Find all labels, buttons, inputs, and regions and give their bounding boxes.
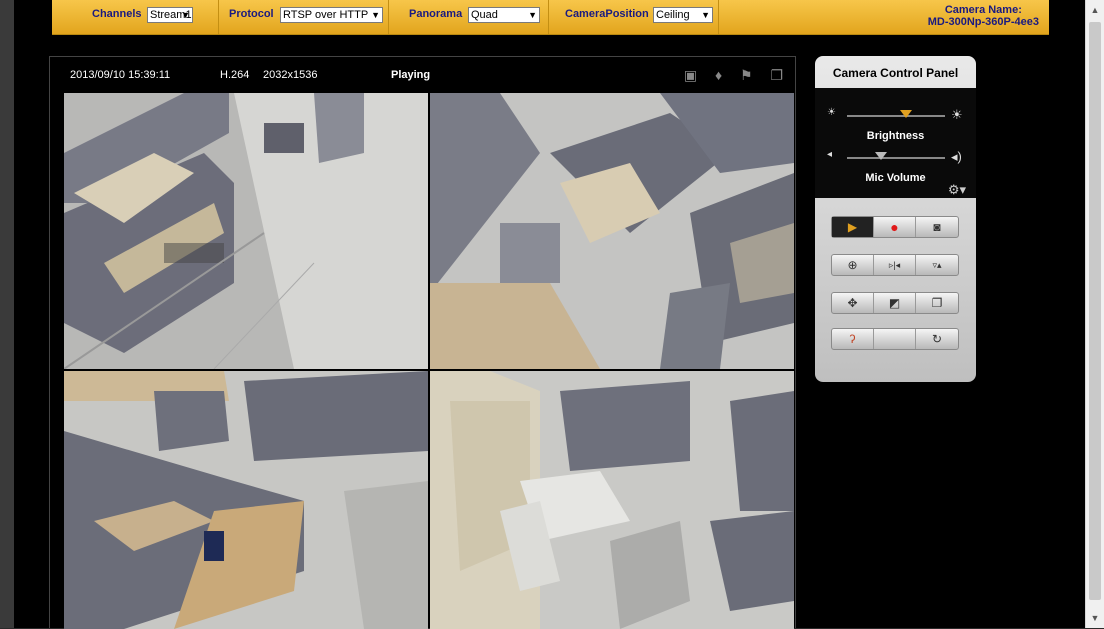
chevron-down-icon: ▼ (371, 10, 380, 20)
brightness-track[interactable] (847, 115, 945, 117)
rotate-button[interactable]: ↻ (916, 329, 958, 349)
snapshot-button[interactable]: ◙ (916, 217, 958, 237)
listen-icon: ʔ (849, 332, 856, 346)
brightness-label: Brightness (866, 130, 925, 142)
camera-position-label: CameraPosition (565, 8, 649, 20)
brightness-slider[interactable]: ☀ ☀ (827, 107, 965, 122)
left-gutter (0, 0, 14, 628)
chevron-down-icon: ▼ (701, 10, 710, 20)
gear-icon[interactable]: ⚙▾ (948, 182, 966, 198)
channels-select[interactable]: Stream1 ▼ (147, 7, 193, 23)
control-panel-title: Camera Control Panel (832, 66, 959, 80)
rotate-icon: ↻ (931, 332, 943, 346)
view-buttons: ⊕ ▹|◂ ▿▴ (831, 254, 959, 276)
panorama-label: Panorama (409, 8, 463, 20)
listen-button[interactable]: ʔ (832, 329, 874, 349)
microphone-icon[interactable]: ♦ (715, 67, 722, 83)
channels-label: Channels (92, 8, 142, 20)
scroll-up-icon[interactable]: ▲ (1086, 2, 1104, 18)
flip-horizontal-button[interactable]: ▹|◂ (874, 255, 916, 275)
speaker-high-icon: ◂) (951, 149, 962, 164)
camera-name-value: MD-300Np-360P-4ee3 (927, 16, 1039, 28)
panorama-cell: Panorama Quad ▼ (389, 0, 549, 34)
chevron-down-icon: ▼ (528, 10, 537, 20)
video-camera-icon[interactable]: ▣ (684, 67, 697, 83)
audio-buttons: ʔ ↻ (831, 328, 959, 350)
video-quadrant-bottom-left[interactable] (64, 371, 428, 629)
video-status-bar: 2013/09/10 15:39:11 H.264 2032x1536 Play… (50, 57, 795, 93)
mic-volume-slider[interactable]: ◂ ◂) (827, 149, 965, 164)
flip-horizontal-icon: ▹|◂ (888, 260, 901, 270)
video-quadrant-top-right[interactable] (430, 93, 794, 369)
camera-position-cell: CameraPosition Ceiling ▼ (549, 0, 719, 34)
video-panel: 2013/09/10 15:39:11 H.264 2032x1536 Play… (49, 56, 796, 629)
status-icons: ▣ ♦ ⚑ ❐ (670, 67, 783, 84)
protocol-label: Protocol (229, 8, 274, 20)
brightness-low-icon: ☀ (827, 107, 836, 118)
video-quadrant-top-left[interactable] (64, 93, 428, 369)
timestamp: 2013/09/10 15:39:11 (70, 69, 171, 81)
playback-buttons: ▶ ● ◙ (831, 216, 959, 238)
window-button[interactable]: ❐ (916, 293, 958, 313)
panorama-value: Quad (471, 9, 498, 21)
crop-icon: ◩ (888, 296, 901, 310)
flag-icon[interactable]: ⚑ (740, 67, 753, 83)
scrollbar-thumb[interactable] (1089, 22, 1101, 600)
sliders-area: ☀ ☀ Brightness ◂ ◂) Mic Volume ⚙▾ (815, 88, 976, 198)
chevron-down-icon: ▼ (181, 10, 190, 20)
play-button[interactable]: ▶ (832, 217, 874, 237)
brightness-high-icon: ☀ (951, 107, 963, 122)
flip-vertical-icon: ▿▴ (932, 260, 942, 270)
channels-cell: Channels Stream1 ▼ (52, 0, 219, 34)
window-icon[interactable]: ❐ (770, 67, 783, 83)
camera-name-label: Camera Name: (944, 4, 1022, 16)
flip-vertical-button[interactable]: ▿▴ (916, 255, 958, 275)
camera-name: Camera Name: MD-300Np-360P-4ee3 (928, 4, 1039, 28)
move-icon: ✥ (847, 296, 858, 310)
playback-state: Playing (391, 69, 431, 81)
protocol-value: RTSP over HTTP (283, 9, 369, 21)
vertical-scrollbar[interactable]: ▲ ▼ (1085, 0, 1104, 628)
mic-volume-knob[interactable] (875, 152, 888, 160)
zoom-icon: ⊕ (847, 258, 858, 272)
brightness-knob[interactable] (899, 110, 912, 118)
zoom-button[interactable]: ⊕ (832, 255, 874, 275)
protocol-select[interactable]: RTSP over HTTP ▼ (280, 7, 383, 23)
top-toolbar: Channels Stream1 ▼ Protocol RTSP over HT… (52, 0, 1049, 35)
record-button[interactable]: ● (874, 217, 916, 237)
protocol-cell: Protocol RTSP over HTTP ▼ (219, 0, 389, 34)
crop-button[interactable]: ◩ (874, 293, 916, 313)
window-icon: ❐ (931, 296, 943, 310)
record-icon: ● (890, 219, 899, 235)
snapshot-icon: ◙ (933, 220, 941, 234)
play-icon: ▶ (847, 220, 858, 234)
mic-volume-track[interactable] (847, 157, 945, 159)
video-quadrant-bottom-right[interactable] (430, 371, 794, 629)
camera-position-select[interactable]: Ceiling ▼ (653, 7, 713, 23)
blank-button (874, 329, 916, 349)
codec: H.264 (220, 69, 250, 81)
speaker-low-icon: ◂ (827, 149, 833, 160)
scroll-down-icon[interactable]: ▼ (1086, 610, 1104, 626)
resolution: 2032x1536 (263, 69, 318, 81)
quad-view[interactable] (64, 93, 794, 629)
camera-position-value: Ceiling (656, 9, 690, 21)
layout-buttons: ✥ ◩ ❐ (831, 292, 959, 314)
camera-control-panel: Camera Control Panel ☀ ☀ Brightness ◂ ◂)… (815, 56, 976, 382)
move-button[interactable]: ✥ (832, 293, 874, 313)
panorama-select[interactable]: Quad ▼ (468, 7, 540, 23)
